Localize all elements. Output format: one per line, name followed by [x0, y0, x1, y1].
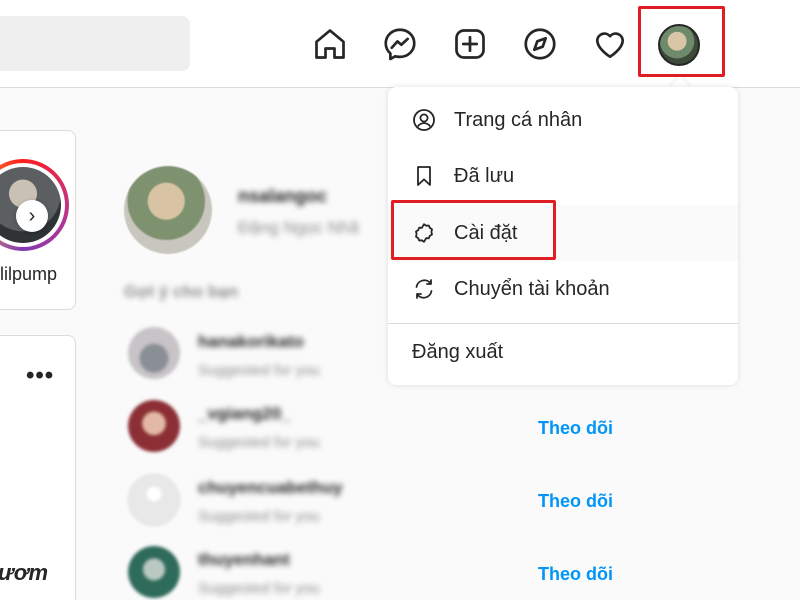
- current-user-fullname: Đặng Ngọc Nhã: [238, 218, 359, 237]
- suggestion-subtitle: Suggested for you: [198, 508, 320, 525]
- activity-heart-icon[interactable]: [590, 24, 630, 64]
- new-post-icon[interactable]: [450, 24, 490, 64]
- suggestion-avatar[interactable]: [128, 400, 180, 452]
- suggestion-username[interactable]: _vgiang20_: [198, 404, 291, 424]
- profile-dropdown-menu: Trang cá nhân Đã lưu Cài đặt Chuyển tài …: [388, 87, 738, 385]
- menu-item-label: Trang cá nhân: [454, 108, 583, 131]
- suggestion-username[interactable]: chuyencuabethuy: [198, 478, 343, 498]
- messenger-icon[interactable]: [380, 24, 420, 64]
- home-icon[interactable]: [310, 24, 350, 64]
- top-nav-bar: [0, 0, 800, 88]
- switch-arrows-icon: [415, 279, 433, 299]
- follow-button[interactable]: Theo dõi: [538, 418, 613, 439]
- menu-item-label: Đã lưu: [454, 164, 515, 187]
- menu-item-label: Cài đặt: [454, 221, 518, 244]
- suggestion-avatar[interactable]: [128, 474, 180, 526]
- suggestion-subtitle: Suggested for you: [198, 362, 320, 379]
- menu-item-switch-account[interactable]: Chuyển tài khoản: [388, 261, 738, 317]
- explore-icon[interactable]: [520, 24, 560, 64]
- current-user-avatar[interactable]: [124, 166, 212, 254]
- bookmark-icon: [417, 166, 431, 186]
- suggestion-username[interactable]: thuyenhant: [198, 550, 290, 570]
- follow-button[interactable]: Theo dõi: [538, 491, 613, 512]
- suggestion-avatar[interactable]: [128, 327, 180, 379]
- menu-item-label: Chuyển tài khoản: [454, 277, 610, 300]
- user-circle-icon: [413, 109, 435, 131]
- profile-avatar[interactable]: [658, 24, 700, 66]
- story-username: lilpump: [0, 264, 58, 284]
- chevron-right-icon[interactable]: ›: [16, 200, 48, 232]
- suggestion-subtitle: Suggested for you: [198, 434, 320, 451]
- suggestion-username[interactable]: hanakorikato: [198, 332, 304, 352]
- search-input[interactable]: [0, 16, 190, 71]
- suggestion-avatar[interactable]: [128, 546, 180, 598]
- suggestion-subtitle: Suggested for you: [198, 580, 320, 597]
- post-caption: ươm: [0, 560, 49, 585]
- follow-button[interactable]: Theo dõi: [538, 564, 613, 585]
- menu-item-saved[interactable]: Đã lưu: [388, 148, 738, 204]
- gear-icon: [415, 223, 433, 243]
- menu-divider: [388, 323, 738, 324]
- menu-item-settings[interactable]: Cài đặt: [388, 205, 738, 261]
- more-options-icon[interactable]: •••: [26, 362, 54, 390]
- menu-item-profile[interactable]: Trang cá nhân: [388, 92, 738, 148]
- menu-item-logout[interactable]: Đăng xuất: [412, 341, 503, 364]
- current-user-username[interactable]: nsalangoc: [238, 186, 327, 207]
- suggestions-title: Gợi ý cho bạn: [124, 282, 239, 301]
